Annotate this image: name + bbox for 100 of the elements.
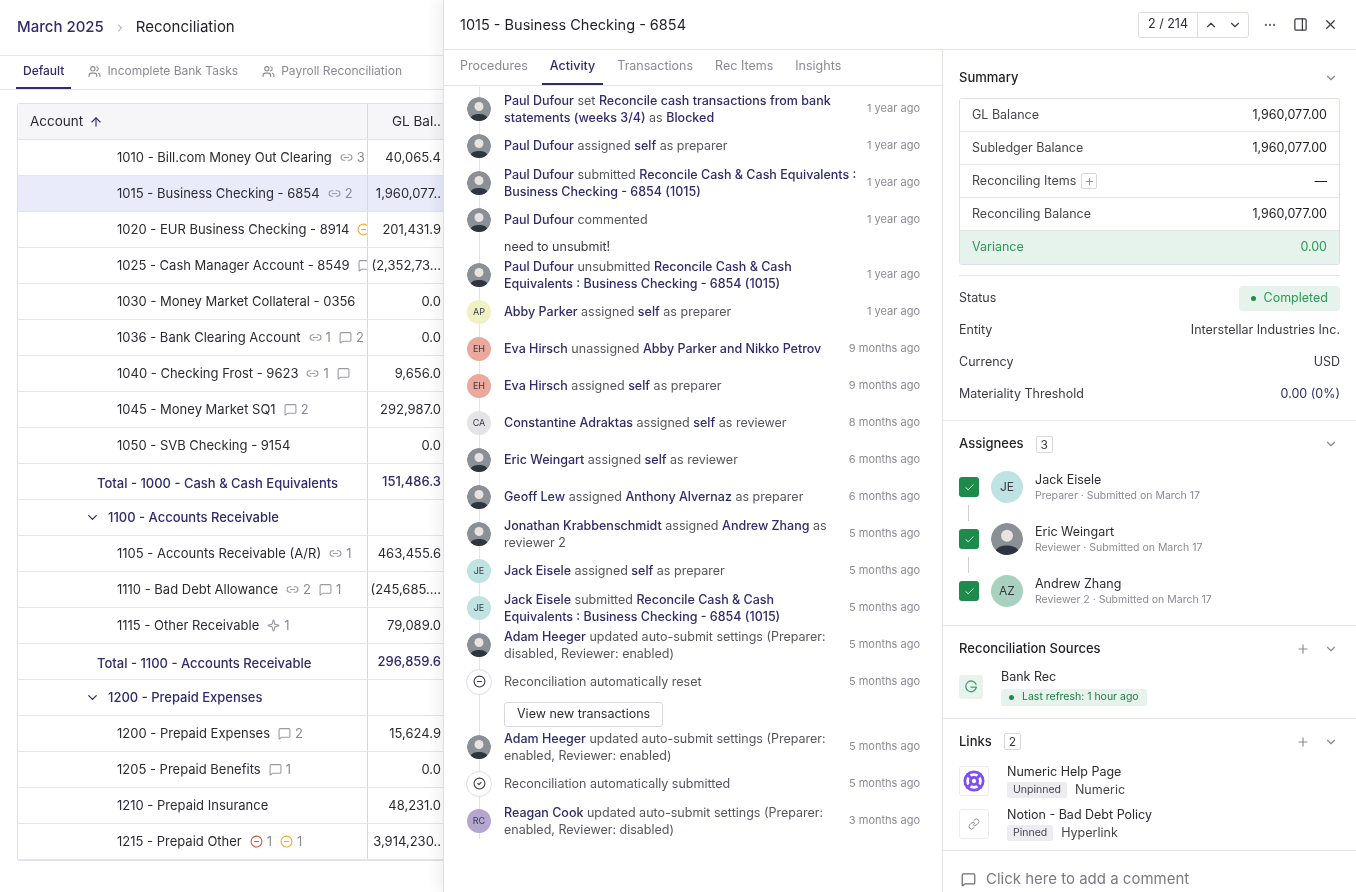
status-badge: Completed [1238,285,1340,311]
balance-cell-text: 201,431.9 [382,219,441,239]
detail-label: Entity [959,320,993,339]
account-name: 1040 - Checking Frost - 9623 [117,363,299,383]
link-title[interactable]: Numeric Help Page [1007,762,1126,780]
comment-icon [961,871,976,887]
table-row[interactable]: 1210 - Prepaid Insurance 48,231.0 [18,788,443,824]
summary-value: 0.00 [1300,238,1327,257]
checkbox[interactable] [959,477,979,497]
summary-label: Reconciling Balance [972,204,1092,223]
drawer-tab[interactable]: Activity [541,50,604,85]
table-row[interactable]: 1010 - Bill.com Money Out Clearing 3 40,065.4 [18,140,443,176]
table-row[interactable]: 1050 - SVB Checking - 9154 0.0 [18,428,443,464]
activity-text: Adam Heeger updated auto-submit settings (Preparer: enabled, Reviewer: enabled) [504,729,827,764]
badge-count: 1 [297,831,303,851]
table-row[interactable]: 1205 - Prepaid Benefits 1 0.0 [18,752,443,788]
detail-value[interactable]: 0.00 (0%) [1280,384,1340,404]
initials-avatar: JE [991,471,1023,503]
view-tab[interactable]: Incomplete Bank Tasks [81,55,246,89]
activity-time: 9 months ago [848,340,920,357]
column-header[interactable]: Account [30,111,84,132]
period-link[interactable]: March 2025 [17,16,104,39]
add-icon[interactable] [1296,642,1310,656]
activity-text: Reconciliation automatically submitted [504,775,731,792]
table-row[interactable]: 1015 - Business Checking - 6854 2 1,960,077.. [18,176,443,212]
activity-text: Jack Eisele assigned self as preparer [504,562,725,579]
side-panel-icon[interactable] [1293,17,1308,32]
activity-time: 6 months ago [848,451,920,468]
activity-text: Adam Heeger updated auto-submit settings (Preparer: disabled, Reviewer: enabled) [504,627,827,662]
column-header[interactable]: GL Bal.. [392,111,441,132]
account-name: 1205 - Prepaid Benefits [117,759,261,779]
account-name: 1045 - Money Market SQ1 [117,399,276,419]
initials-avatar: JE [467,558,491,583]
count-badge: 2 [1003,733,1022,751]
section-title: Assignees [959,434,1024,454]
badge-count: 1 [325,327,331,347]
table-row[interactable]: Total - 1100 - Accounts Receivable 296,859.6 [18,644,443,680]
balance-cell-text: 1,960,077.. [375,183,441,203]
add-icon[interactable] [1296,734,1310,749]
checkbox[interactable] [959,529,979,549]
summary-label: GL Balance [972,105,1039,124]
table-row[interactable]: 1200 - Prepaid Expenses 2 15,624.9 [18,716,443,752]
close-icon[interactable] [1323,17,1338,32]
table-row[interactable]: 1045 - Money Market SQ1 2 292,987.0 [18,392,443,428]
activity-time: 1 year ago [867,100,920,117]
table-row[interactable]: 1100 - Accounts Receivable [18,500,443,536]
activity-time: 9 months ago [848,377,920,394]
table-row[interactable]: 1025 - Cash Manager Account - 8549 (2,352,73... [18,248,443,284]
account-name: 1015 - Business Checking - 6854 [117,183,320,203]
comment-field[interactable]: Click here to add a comment [986,868,1338,891]
table-row[interactable]: 1200 - Prepaid Expenses [18,680,443,716]
balance-cell-text: 296,859.6 [377,651,441,671]
add-button[interactable] [1081,173,1098,189]
link-source: Numeric [1074,780,1126,799]
comment-icon [336,367,350,380]
view-transactions-button[interactable]: View new transactions [504,701,664,727]
drawer-tab[interactable]: Insights [787,50,850,85]
activity-time: 5 months ago [848,525,920,542]
activity-time: 5 months ago [848,775,920,792]
section-title: Links [959,732,992,751]
activity-time: 6 months ago [848,488,920,505]
source-name[interactable]: Bank Rec [1001,668,1147,687]
assignee-name: Jack Eisele [1035,471,1103,488]
drawer-tab[interactable]: Rec Items [707,50,782,85]
table-row[interactable]: 1040 - Checking Frost - 9623 1 9,656.0 [18,356,443,392]
account-name: 1030 - Money Market Collateral - 0356 [117,291,356,311]
total-name: Total - 1000 - Cash & Cash Equivalents [97,474,339,491]
pager-count: 2 / 214 [1139,12,1198,37]
checkbox[interactable] [959,581,979,601]
summary-value: — [1314,171,1327,190]
account-name: 1200 - Prepaid Expenses [117,723,271,743]
activity-time: 1 year ago [867,303,920,320]
balance-cell-text: 292,987.0 [379,399,441,419]
table-row[interactable]: 1115 - Other Receivable 1 79,089.0 [18,608,443,644]
account-name: 1215 - Prepaid Other [117,831,242,851]
link-icon [306,367,320,380]
drawer-tab[interactable]: Transactions [609,50,702,85]
balance-cell-text: 3,914,230.. [373,831,441,851]
view-tab[interactable]: Default [16,55,72,89]
activity-text: Eva Hirsch assigned self as preparer [504,377,722,394]
table-row[interactable]: Total - 1000 - Cash & Cash Equivalents 151,486.3 [18,464,443,500]
initials-avatar: RC [467,808,491,833]
activity-text: Geoff Lew assigned Anthony Alvernaz as preparer [504,488,804,505]
activity-text: Constantine Adraktas assigned self as reviewer [504,414,787,431]
table-row[interactable]: 1215 - Prepaid Other 1 1 3,914,230.. [18,824,443,860]
assignee-name: Andrew Zhang [1035,575,1123,592]
view-tab[interactable]: Payroll Reconciliation [255,55,409,89]
activity-text: Paul Dufour commented [504,211,648,228]
check-icon [963,481,975,493]
table-row[interactable]: 1020 - EUR Business Checking - 8914 201,431.9 [18,212,443,248]
table-row[interactable]: 1105 - Accounts Receivable (A/R) 1 463,455.6 [18,536,443,572]
table-row[interactable]: 1036 - Bank Clearing Account 1 2 0.0 [18,320,443,356]
link-title[interactable]: Notion - Bad Debt Policy [1007,805,1152,823]
detail-label: Currency [959,352,1014,371]
comment-icon [283,403,297,416]
minus-circle-icon [280,835,294,848]
account-name: 1025 - Cash Manager Account - 8549 [117,255,350,275]
table-row[interactable]: 1030 - Money Market Collateral - 0356 0.0 [18,284,443,320]
drawer-tab[interactable]: Procedures [452,50,536,85]
table-row[interactable]: 1110 - Bad Debt Allowance 2 1 (245,685.... [18,572,443,608]
